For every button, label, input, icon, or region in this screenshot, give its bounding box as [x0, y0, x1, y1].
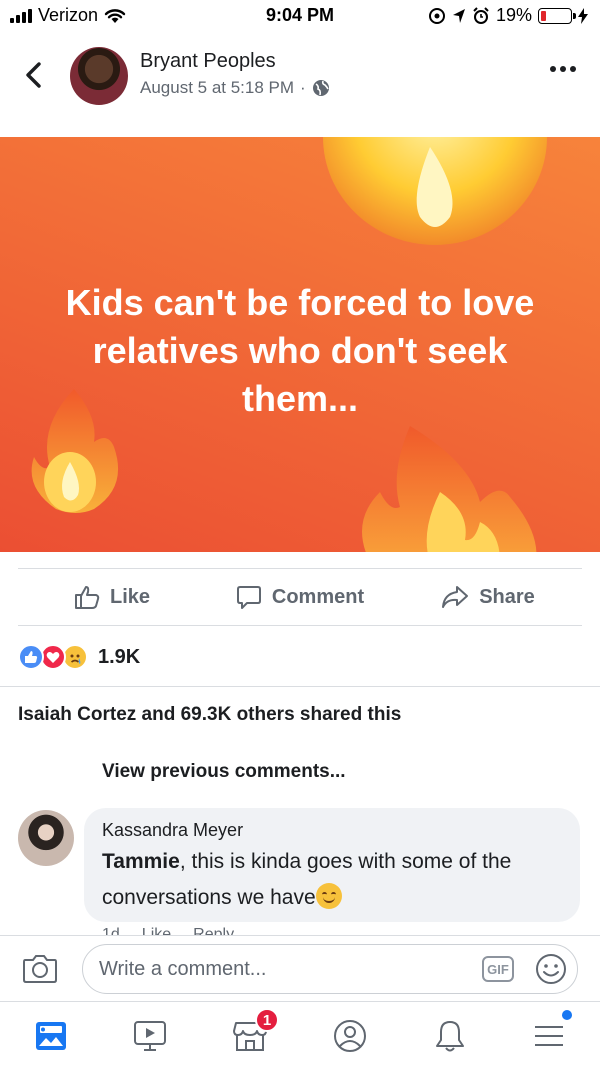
commenter-avatar[interactable]: [18, 810, 74, 866]
camera-icon: [23, 955, 57, 983]
tab-watch[interactable]: [125, 1014, 175, 1058]
share-icon: [442, 586, 469, 608]
like-reaction-icon: [18, 644, 44, 670]
comment-button[interactable]: Comment: [206, 569, 394, 625]
smiling-emoji-icon: [315, 883, 342, 909]
marketplace-badge: 1: [255, 1008, 279, 1032]
author-avatar[interactable]: [70, 47, 128, 105]
post-meta: August 5 at 5:18 PM ·: [140, 78, 330, 98]
location-icon: [452, 8, 465, 23]
battery-level: [541, 10, 547, 21]
more-options-button[interactable]: [550, 66, 576, 72]
alarm-icon: [473, 6, 489, 24]
profile-icon: [334, 1020, 366, 1052]
reactions-summary[interactable]: 1.9K: [18, 642, 140, 672]
tab-menu[interactable]: [524, 1010, 574, 1058]
news-feed-icon: [36, 1022, 66, 1050]
reaction-count: 1.9K: [98, 645, 141, 668]
status-bar: Verizon 9:04 PM 19%: [0, 0, 600, 32]
comment-composer: Write a comment... GIF: [0, 935, 600, 1001]
orientation-lock-icon: [428, 7, 445, 24]
back-button[interactable]: [18, 58, 48, 92]
post-text: Kids can't be forced to love relatives w…: [65, 282, 535, 419]
divider: [0, 686, 600, 687]
separator-dot: ·: [300, 78, 306, 97]
chevron-left-icon: [26, 62, 41, 88]
post-action-bar: Like Comment Share: [18, 568, 582, 626]
tab-news-feed[interactable]: [26, 1014, 76, 1058]
comment-label: Comment: [271, 585, 365, 608]
flame-icon: [362, 426, 537, 552]
shares-summary[interactable]: Isaiah Cortez and 69.3K others shared th…: [18, 704, 401, 726]
like-label: Like: [109, 585, 151, 608]
like-button[interactable]: Like: [18, 569, 206, 625]
menu-notification-dot: [562, 1010, 572, 1020]
post-header: Bryant Peoples August 5 at 5:18 PM ·: [0, 36, 600, 116]
share-button[interactable]: Share: [394, 569, 582, 625]
battery-percent: 19%: [495, 5, 532, 25]
tab-profile[interactable]: [325, 1014, 375, 1058]
comment-mention[interactable]: Tammie: [102, 850, 180, 873]
author-name[interactable]: Bryant Peoples: [140, 50, 276, 73]
comment-icon: [236, 586, 261, 609]
comment-input[interactable]: Write a comment...: [82, 944, 578, 994]
watch-icon: [134, 1021, 166, 1051]
post-date[interactable]: August 5 at 5:18 PM: [140, 78, 294, 98]
comment-bubble[interactable]: Kassandra Meyer Tammie, this is kinda go…: [84, 808, 580, 922]
comment-author[interactable]: Kassandra Meyer: [102, 820, 243, 841]
flame-icon: [323, 137, 547, 245]
share-label: Share: [479, 585, 535, 608]
thumbs-up-icon: [74, 586, 100, 609]
bottom-tab-bar: 1: [0, 1001, 600, 1066]
bell-icon: [436, 1021, 464, 1052]
view-previous-comments-link[interactable]: View previous comments...: [102, 761, 346, 783]
status-right: 19%: [428, 5, 588, 26]
globe-icon: [312, 80, 329, 96]
charging-icon: [578, 7, 588, 24]
tab-marketplace[interactable]: 1: [225, 1008, 279, 1058]
camera-button[interactable]: [22, 952, 58, 989]
reaction-icons: [18, 644, 88, 670]
comment-text: Tammie, this is kinda goes with some of …: [102, 844, 572, 916]
tab-notifications[interactable]: [425, 1014, 475, 1058]
menu-icon: [535, 1026, 563, 1046]
post-background-banner[interactable]: Kids can't be forced to love relatives w…: [0, 137, 600, 552]
battery-icon: [538, 7, 576, 24]
